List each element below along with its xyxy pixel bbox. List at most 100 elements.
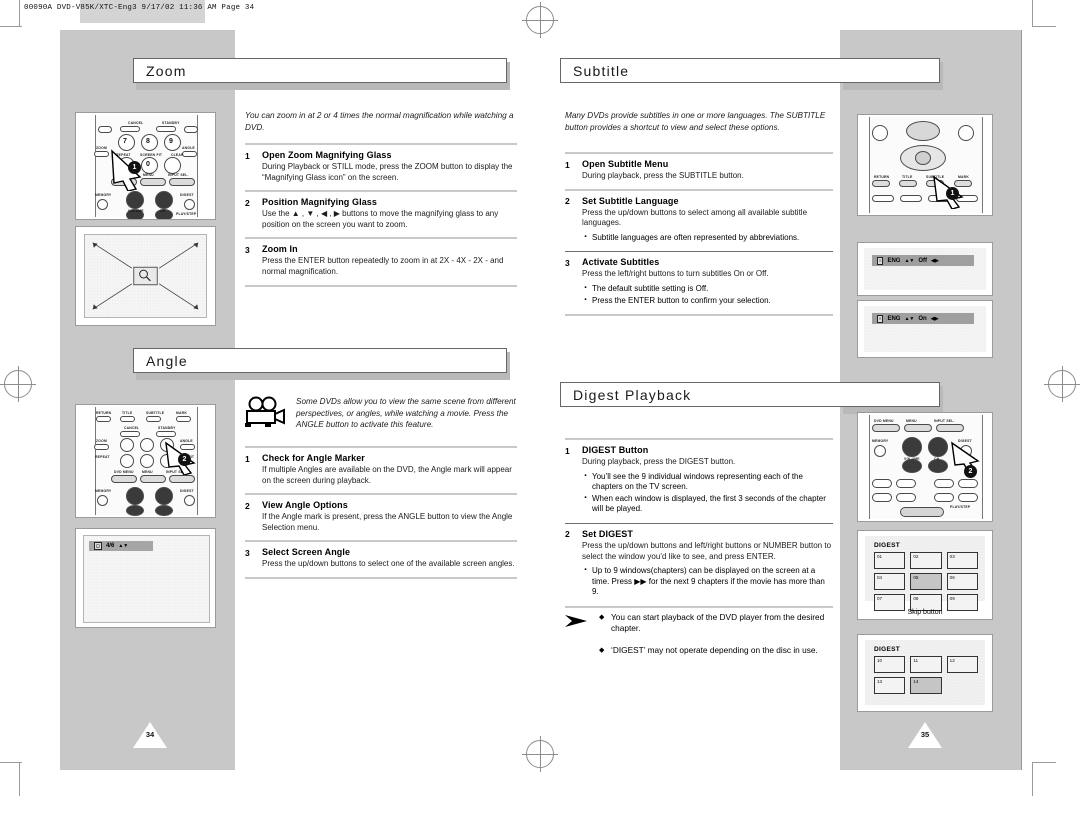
bullet-item: Press the ENTER button to confirm your s… (582, 295, 833, 307)
digest-cell[interactable]: 02 (910, 552, 942, 569)
angle-osd-value: 4/6 (105, 543, 115, 549)
crop-mark-tl-v (19, 0, 20, 26)
digest-screen-1-illustration: DIGEST 01 02 03 04 05 06 07 08 09 Skip b… (857, 530, 993, 620)
digest-cell[interactable]: 03 (946, 552, 978, 569)
page-number-right-shape: 35 (908, 722, 942, 748)
step-header: View Angle Options (262, 500, 348, 511)
step-text: If multiple Angles are available on the … (262, 465, 512, 485)
section-title-zoom: Zoom (133, 58, 507, 83)
step-text: During playback, press the SUBTITLE butt… (582, 171, 744, 180)
digest-cell[interactable]: 12 (946, 656, 978, 673)
updown-arrows-icon: ▲▼ (904, 315, 915, 322)
step-bullets: The default subtitle setting is Off. Pre… (582, 283, 833, 307)
digest-cell[interactable]: 06 (946, 573, 978, 590)
remote-control-zoom-illustration: CANCEL STANDBY 7 8 9 ZOOM ANGLE REPEAT S… (75, 112, 216, 220)
subtitle-chip-icon: ≡ (877, 256, 884, 265)
digest-cell-selected[interactable]: 05 (910, 573, 942, 590)
step-number: 1 (245, 453, 250, 464)
step-header: Position Magnifying Glass (262, 197, 378, 208)
step-header: Check for Angle Marker (262, 453, 365, 463)
step-text: Press the left/right buttons to turn sub… (582, 269, 769, 279)
callout-badge-subtitle: 1 (946, 187, 959, 200)
step-number: 3 (245, 547, 250, 558)
subtitle-chip-icon: ≡ (877, 314, 884, 323)
crop-mark-br-h (1032, 762, 1056, 763)
zoom-step-1: 1 Open Zoom Magnifying Glass During Play… (245, 145, 517, 190)
leftright-arrows-icon: ◀▶ (931, 257, 939, 264)
subtitle-osd-state: Off (918, 257, 928, 264)
subtitle-osd-off-illustration: ≡ ENG ▲▼ Off ◀▶ (857, 242, 993, 296)
step-header: Set DIGEST (582, 528, 634, 539)
step-bullets: Up to 9 windows(chapters) can be display… (582, 565, 833, 598)
step-number: 2 (245, 500, 250, 511)
page-number-right: 35 (920, 730, 930, 739)
movie-camera-icon (243, 396, 289, 430)
digest-cell[interactable]: 04 (874, 573, 906, 590)
callout-badge-digest: 2 (964, 465, 977, 478)
step-text: Use the ▲ , ▼ , ◀ , ▶ buttons to move th… (262, 209, 499, 229)
digest-cell-selected[interactable]: 14 (910, 677, 942, 694)
subtitle-step-3: 3 Activate Subtitles Press the left/righ… (565, 252, 833, 314)
step-text: During Playback or STILL mode, press the… (262, 162, 513, 182)
crop-mark-tr-v (1032, 0, 1033, 26)
subtitle-step-2: 2 Set Subtitle Language Press the up/dow… (565, 191, 833, 252)
step-number: 1 (565, 159, 570, 170)
print-slug: 00090A DVD-V85K/XTC-Eng3 9/17/02 11:36 A… (24, 4, 255, 12)
step-number: 3 (565, 257, 570, 268)
digest-grid-2: DIGEST 10 11 12 13 14 (874, 646, 978, 694)
page-number-left: 34 (145, 730, 155, 739)
step-header: Activate Subtitles (582, 257, 660, 268)
section-title-angle: Angle (133, 348, 507, 373)
remote-control-digest-illustration: DVD MENU MENU INPUT SEL. MEMORY DIGEST V… (857, 412, 993, 522)
registration-mark-right (1044, 366, 1080, 402)
step-number: 3 (245, 244, 250, 255)
digest-step-2: 2 Set DIGEST Press the up/down buttons a… (565, 524, 833, 606)
step-bullets: Subtitle languages are often represented… (582, 232, 833, 244)
subtitle-steps: 1 Open Subtitle Menu During playback, pr… (565, 152, 833, 317)
step-number: 2 (245, 197, 250, 208)
leftright-arrows-icon: ◀▶ (930, 315, 939, 322)
registration-mark-bottom (522, 736, 558, 772)
digest-grid-1: DIGEST 01 02 03 04 05 06 07 08 09 (874, 542, 978, 611)
step-header: DIGEST Button (582, 445, 649, 455)
step-header: Zoom In (262, 244, 298, 255)
bullet-item: Subtitle languages are often represented… (582, 232, 833, 244)
step-number: 2 (565, 196, 570, 207)
zoom-steps: 1 Open Zoom Magnifying Glass During Play… (245, 143, 517, 287)
digest-screen-2-illustration: DIGEST 10 11 12 13 14 (857, 634, 993, 712)
angle-step-2: 2 View Angle Options If the Angle mark i… (245, 495, 517, 540)
subtitle-osd-off-bar: ≡ ENG ▲▼ Off ◀▶ (872, 255, 974, 266)
digest-cell[interactable]: 10 (874, 656, 906, 673)
step-number: 2 (565, 529, 570, 540)
step-number: 1 (245, 150, 250, 161)
step-number: 1 (565, 445, 570, 456)
digest-cell[interactable]: 11 (910, 656, 942, 673)
step-header: Select Screen Angle (262, 547, 351, 558)
digest-note-block: You can start playback of the DVD player… (565, 612, 833, 668)
subtitle-intro-text: Many DVDs provide subtitles in one or mo… (565, 111, 826, 132)
camera-icon: ▢ (94, 542, 102, 550)
step-bullets: You’ll see the 9 individual windows repr… (582, 471, 833, 515)
remote-control-subtitle-illustration: RETURN TITLE SUBTITLE MARK 1 (857, 114, 993, 216)
bullet-item: You’ll see the 9 individual windows repr… (582, 471, 833, 493)
page-number-left-shape: 34 (133, 722, 167, 748)
step-header: Open Zoom Magnifying Glass (262, 150, 392, 160)
updown-arrows-icon: ▲▼ (904, 257, 915, 264)
angle-osd-illustration: ▢ 4/6 ▲▼ (75, 528, 216, 628)
crop-mark-br-v (1032, 762, 1033, 796)
bullet-item: The default subtitle setting is Off. (582, 283, 833, 295)
bullet-item: When each window is displayed, the first… (582, 493, 833, 515)
note-item: ‘DIGEST’ may not operate depending on th… (599, 645, 833, 656)
zoom-magnifier-screen-illustration (75, 226, 216, 326)
section-title-digest: Digest Playback (560, 382, 940, 407)
digest-cell[interactable]: 13 (874, 677, 906, 694)
zoom-step-3: 3 Zoom In Press the ENTER button repeate… (245, 239, 517, 284)
subtitle-osd-on-illustration: ≡ ENG ▲▼ On ◀▶ (857, 300, 993, 358)
registration-mark-left (0, 366, 36, 402)
angle-osd-arrows: ▲▼ (118, 543, 129, 549)
step-text: Press the ENTER button repeatedly to zoo… (262, 256, 504, 276)
digest-steps: 1 DIGEST Button During playback, press t… (565, 438, 833, 608)
trim-line-right (1021, 30, 1022, 770)
digest-cell[interactable]: 01 (874, 552, 906, 569)
zoom-intro-text: You can zoom in at 2 or 4 times the norm… (245, 111, 514, 132)
